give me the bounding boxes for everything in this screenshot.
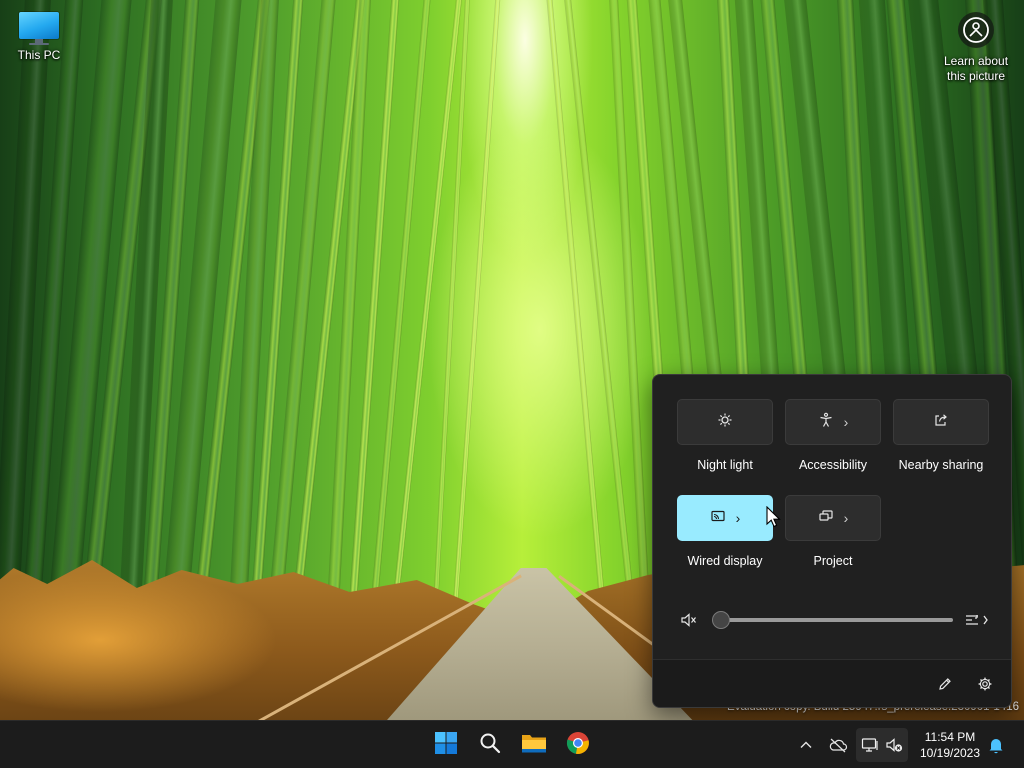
- tile-project: › Project: [785, 495, 881, 568]
- speaker-muted-icon[interactable]: [675, 606, 703, 634]
- accessibility-icon: [818, 412, 834, 433]
- volume-row: [677, 609, 997, 631]
- night-light-label: Night light: [697, 458, 753, 472]
- learn-about-this-picture[interactable]: Learn about this picture: [936, 8, 1016, 84]
- tile-wired-display: › Wired display: [677, 495, 773, 568]
- cast-icon: [710, 508, 726, 529]
- project-label: Project: [813, 554, 853, 568]
- night-light-icon: [717, 412, 733, 433]
- tile-nearby-sharing: Nearby sharing: [893, 399, 989, 472]
- folder-icon: [521, 732, 547, 759]
- wired-display-label: Wired display: [687, 554, 763, 568]
- tile-accessibility: › Accessibility: [785, 399, 881, 472]
- quick-settings-tray-button[interactable]: [856, 728, 908, 762]
- chevron-up-icon[interactable]: [794, 733, 818, 757]
- desktop-icon-this-pc[interactable]: This PC: [10, 8, 68, 62]
- clock-time: 11:54 PM: [924, 730, 976, 744]
- volume-slider-track[interactable]: [721, 618, 953, 622]
- nearby-sharing-label: Nearby sharing: [898, 458, 984, 472]
- search-button[interactable]: [472, 727, 508, 763]
- volume-slider-thumb[interactable]: [712, 611, 730, 629]
- volume-muted-icon: [882, 733, 906, 757]
- accessibility-label: Accessibility: [798, 458, 868, 472]
- chevron-right-icon: ›: [843, 414, 849, 430]
- learn-about-label-line1: Learn about: [943, 54, 1009, 68]
- nearby-sharing-button[interactable]: [893, 399, 989, 445]
- onedrive-offline-icon[interactable]: [826, 733, 850, 757]
- windows-logo-icon: [434, 731, 458, 760]
- taskbar: 11:54 PM 10/19/2023: [0, 720, 1024, 768]
- search-icon: [479, 732, 501, 759]
- desktop-icon-label: This PC: [17, 48, 61, 62]
- taskbar-clock[interactable]: 11:54 PM 10/19/2023: [912, 729, 988, 761]
- chevron-right-icon: ›: [735, 510, 741, 526]
- tile-night-light: Night light: [677, 399, 773, 472]
- learn-about-label-line2: this picture: [946, 69, 1006, 83]
- nearby-sharing-icon: [933, 412, 949, 433]
- network-icon: [858, 733, 882, 757]
- chevron-right-icon: ›: [843, 510, 849, 526]
- wired-display-button[interactable]: ›: [677, 495, 773, 541]
- chrome-icon: [566, 731, 590, 760]
- quick-settings-flyout: Night light › Accessibility Nearby shari…: [652, 374, 1012, 708]
- mouse-pointer-icon: [766, 506, 781, 528]
- quick-settings-footer: [653, 659, 1011, 707]
- accessibility-button[interactable]: ›: [785, 399, 881, 445]
- chrome-button[interactable]: [560, 727, 596, 763]
- clock-date: 10/19/2023: [919, 746, 981, 760]
- computer-icon: [19, 12, 59, 45]
- project-button[interactable]: ›: [785, 495, 881, 541]
- learn-about-icon: [958, 12, 994, 48]
- project-icon: [818, 508, 834, 529]
- file-explorer-button[interactable]: [516, 727, 552, 763]
- pencil-icon[interactable]: [931, 670, 959, 698]
- start-button[interactable]: [428, 727, 464, 763]
- audio-mixer-button[interactable]: [963, 606, 991, 634]
- bell-icon[interactable]: [984, 733, 1008, 757]
- night-light-button[interactable]: [677, 399, 773, 445]
- gear-icon[interactable]: [971, 670, 999, 698]
